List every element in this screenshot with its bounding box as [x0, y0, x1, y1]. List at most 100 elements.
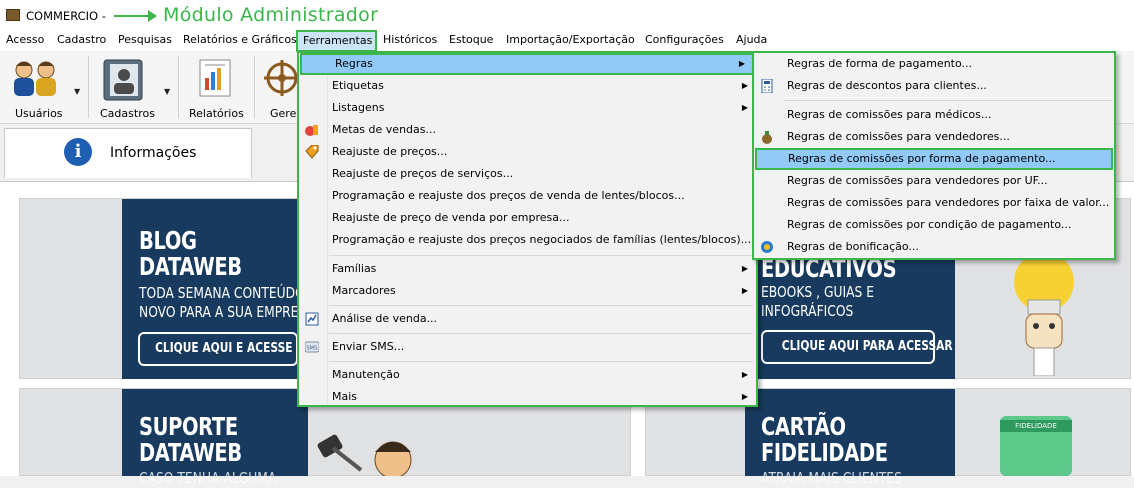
banner-blog-text: TODA SEMANA CONTEÚDO NOVO PARA A SUA EMP…	[139, 284, 315, 321]
menu-ajuda[interactable]: Ajuda	[736, 33, 767, 46]
menu-ferramentas-label: Ferramentas	[303, 34, 373, 47]
menu-item-label: Famílias	[332, 262, 377, 275]
menu-historicos[interactable]: Históricos	[383, 33, 437, 46]
fidelidade-card: FIDELIDADE	[1000, 416, 1072, 476]
sms-icon: SMS	[305, 341, 319, 353]
menu-item-label: Regras de descontos para clientes...	[787, 79, 987, 92]
menu-item-label: Etiquetas	[332, 79, 384, 92]
info-icon: i	[64, 138, 92, 166]
annotation-text: Módulo Administrador	[163, 4, 379, 26]
menu-separator	[784, 100, 1112, 101]
menu-importacao-exportacao[interactable]: Importação/Exportação	[506, 33, 635, 46]
menu-item-label: Regras de comissões por forma de pagamen…	[788, 152, 1056, 165]
menu-ferramentas[interactable]: Ferramentas	[296, 30, 377, 52]
users-icon	[14, 61, 56, 96]
menu-item-label: Regras de bonificação...	[787, 240, 919, 253]
lightbulb-character-icon	[1014, 252, 1074, 376]
bonus-icon	[761, 241, 773, 253]
menu-estoque[interactable]: Estoque	[449, 33, 493, 46]
app-icon	[6, 9, 20, 21]
menu-bar: Acesso Cadastro Pesquisas Relatórios e G…	[0, 30, 1134, 51]
toolbar-gerencial[interactable]: Gere	[270, 107, 296, 120]
menu-separator	[329, 305, 753, 306]
menu-item-label: Reajuste de preços de serviços...	[332, 167, 514, 180]
gerencial-icon	[264, 60, 298, 96]
annotation-arrow-head	[148, 10, 157, 22]
banner-educativos-text: EBOOKS , GUIAS E INFOGRÁFICOS	[761, 283, 875, 320]
menu-item-label: Listagens	[332, 101, 385, 114]
calculator-icon	[761, 79, 773, 93]
ferramentas-item-metas-de-vendas[interactable]: Metas de vendas...	[299, 119, 756, 141]
menu-item-label: Programação e reajuste dos preços negoci…	[332, 233, 752, 246]
ferramentas-item-mais[interactable]: Mais ▶	[299, 386, 756, 408]
cadastros-dropdown-arrow[interactable]: ▼	[164, 87, 170, 96]
menu-item-label: Regras de comissões para médicos...	[787, 108, 992, 121]
banner-educativos-button[interactable]: CLIQUE AQUI PARA ACESSAR	[761, 330, 953, 364]
money-bag-icon	[762, 131, 772, 144]
ferramentas-item-regras[interactable]: Regras ▶	[300, 53, 755, 75]
menu-item-label: Análise de venda...	[332, 312, 438, 325]
ferramentas-item-programacao-lentes[interactable]: Programação e reajuste dos preços de ven…	[299, 185, 756, 207]
menu-item-label: Programação e reajuste dos preços de ven…	[332, 189, 685, 202]
menu-item-label: Regras de comissões para vendedores por …	[787, 174, 1048, 187]
banner-blog-title: BLOG DATAWEB	[139, 226, 242, 281]
regras-item-comissoes-vendedores[interactable]: Regras de comissões para vendedores...	[754, 126, 1114, 148]
ferramentas-item-marcadores[interactable]: Marcadores ▶	[299, 280, 756, 302]
support-character-icon	[317, 434, 412, 476]
banner-suporte-text: CASO TENHA ALGUMA	[139, 469, 277, 487]
menu-separator	[329, 333, 753, 334]
menu-item-label: Regras de comissões por condição de paga…	[787, 218, 1072, 231]
menu-relatorios-graficos[interactable]: Relatórios e Gráficos	[183, 33, 297, 46]
regras-item-condicao-pagamento[interactable]: Regras de comissões por condição de paga…	[754, 214, 1114, 236]
cadastros-icon	[103, 59, 143, 101]
toolbar-separator	[88, 56, 89, 118]
menu-acesso[interactable]: Acesso	[6, 33, 44, 46]
menu-item-label: Reajuste de preço de venda por empresa..…	[332, 211, 570, 224]
ferramentas-item-programacao-familias[interactable]: Programação e reajuste dos preços negoci…	[299, 229, 756, 251]
banner-cartao-title: CARTÃO FIDELIDADE	[761, 412, 888, 467]
regras-item-vendedores-faixa-valor[interactable]: Regras de comissões para vendedores por …	[754, 192, 1114, 214]
submenu-arrow-icon: ▶	[741, 103, 748, 112]
regras-item-vendedores-uf[interactable]: Regras de comissões para vendedores por …	[754, 170, 1114, 192]
ferramentas-item-manutencao[interactable]: Manutenção ▶	[299, 364, 756, 386]
regras-item-comissoes-medicos[interactable]: Regras de comissões para médicos...	[754, 104, 1114, 126]
toolbar-usuarios[interactable]: Usuários	[15, 107, 63, 120]
menu-item-label: Mais	[332, 390, 358, 403]
submenu-arrow-icon: ▶	[741, 392, 748, 401]
menu-separator	[329, 255, 753, 256]
regras-item-descontos-clientes[interactable]: Regras de descontos para clientes...	[754, 75, 1114, 97]
submenu-arrow-icon: ▶	[741, 286, 748, 295]
submenu-arrow-icon: ▶	[738, 59, 745, 68]
regras-item-bonificacao[interactable]: Regras de bonificação...	[754, 236, 1114, 258]
menu-cadastro[interactable]: Cadastro	[57, 33, 106, 46]
ferramentas-item-listagens[interactable]: Listagens ▶	[299, 97, 756, 119]
banner-blog-button-label: CLIQUE AQUI E ACESSE	[155, 341, 293, 356]
svg-text:SMS: SMS	[307, 346, 318, 352]
banner-blog-button[interactable]: CLIQUE AQUI E ACESSE	[138, 332, 298, 366]
toolbar-cadastros[interactable]: Cadastros	[100, 107, 155, 120]
regras-item-comissoes-forma-pagamento[interactable]: Regras de comissões por forma de pagamen…	[755, 148, 1113, 170]
ferramentas-item-reajuste-precos[interactable]: Reajuste de preços...	[299, 141, 756, 163]
submenu-arrow-icon: ▶	[741, 370, 748, 379]
analise-icon	[305, 312, 319, 326]
ferramentas-item-reajuste-empresa[interactable]: Reajuste de preço de venda por empresa..…	[299, 207, 756, 229]
ferramentas-item-regras-label: Regras	[335, 57, 373, 70]
ferramentas-item-reajuste-servicos[interactable]: Reajuste de preços de serviços...	[299, 163, 756, 185]
toolbar-separator	[254, 56, 255, 118]
regras-item-forma-pagamento[interactable]: Regras de forma de pagamento...	[754, 53, 1114, 75]
ferramentas-item-enviar-sms[interactable]: SMS Enviar SMS...	[299, 336, 756, 358]
ferramentas-item-etiquetas[interactable]: Etiquetas ▶	[299, 75, 756, 97]
banner-suporte-title: SUPORTE DATAWEB	[139, 412, 242, 467]
menu-pesquisas[interactable]: Pesquisas	[118, 33, 172, 46]
ferramentas-menu: Regras ▶ Etiquetas ▶ Listagens ▶ Metas de …	[297, 51, 758, 407]
ferramentas-item-analise-venda[interactable]: Análise de venda...	[299, 308, 756, 330]
menu-item-label: Reajuste de preços...	[332, 145, 448, 158]
banner-cartao-text: ATRAIA MAIS CLIENTES	[761, 469, 902, 487]
ferramentas-item-familias[interactable]: Famílias ▶	[299, 258, 756, 280]
usuarios-dropdown-arrow[interactable]: ▼	[74, 87, 80, 96]
annotation-arrow	[114, 15, 150, 17]
menu-configuracoes[interactable]: Configurações	[645, 33, 724, 46]
menu-item-label: Regras de comissões para vendedores...	[787, 130, 1010, 143]
toolbar-relatorios[interactable]: Relatórios	[189, 107, 244, 120]
fidelidade-card-label: FIDELIDADE	[1000, 420, 1072, 432]
